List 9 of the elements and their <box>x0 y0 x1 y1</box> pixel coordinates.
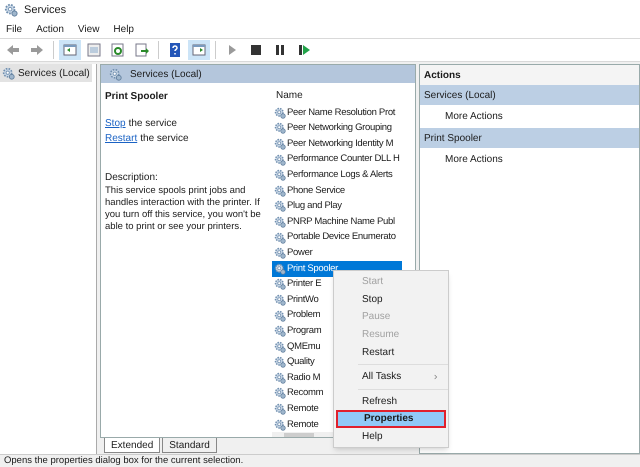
status-bar: Opens the properties dialog box for the current selection. <box>0 454 640 467</box>
link-suffix-text: the service <box>128 117 177 131</box>
link-suffix-text: the service <box>140 132 189 146</box>
pane-header: Services (Local) <box>101 65 415 83</box>
description-label: Description: <box>105 171 159 185</box>
service-name: Print Spooler <box>105 90 169 104</box>
window-title: Services <box>24 2 66 18</box>
actions-title: Actions <box>420 65 639 85</box>
description-text: This service spools print jobs and handles interaction with the printer. If you turn off this service, you won't be able to print or see your printers. <box>105 185 262 233</box>
